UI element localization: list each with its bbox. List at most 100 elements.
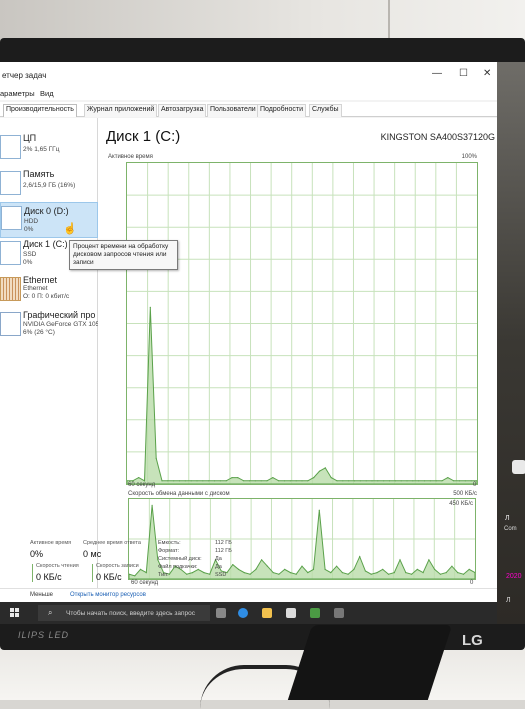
chart-point — [447, 477, 449, 479]
app-title: етчер задач — [2, 71, 47, 80]
mouse-cursor-icon: ☝ — [63, 223, 77, 235]
chart-point — [208, 480, 210, 482]
chart-point — [313, 477, 315, 479]
chart-point — [318, 470, 321, 472]
tab-users[interactable]: Пользователи — [207, 104, 259, 117]
tab-startup[interactable]: Автозагрузка — [158, 104, 207, 117]
sidebar-item-title: Диск 1 (C:) — [23, 239, 68, 249]
sidebar-item-sub: 2,6/15,9 ГБ (16%) — [23, 182, 76, 189]
write-speed-value: 0 КБ/с — [96, 572, 122, 582]
ethernet-thumbnail — [0, 277, 21, 301]
chart-point — [451, 565, 453, 567]
chart-point — [324, 467, 326, 469]
formatted-label: Формат: — [158, 548, 180, 554]
sidebar-item-disk0[interactable]: Диск 0 (D:) HDD 0% — [0, 202, 98, 238]
pagefile-label: Файл подкачки: — [158, 564, 198, 570]
read-speed-label: Скорость чтения — [36, 563, 79, 569]
maximize-button[interactable]: ☐ — [459, 68, 468, 79]
page-title: Диск 1 (C:) — [106, 128, 181, 145]
menu-view[interactable]: Вид — [40, 89, 54, 98]
close-button[interactable]: ✕ — [483, 68, 491, 79]
chart1-label: Активное время — [108, 154, 153, 160]
pagefile-value: Да — [215, 564, 222, 570]
chart-point — [423, 480, 426, 482]
minimize-button[interactable]: — — [432, 68, 442, 79]
chart-point — [190, 480, 192, 482]
write-speed-marker — [92, 564, 93, 582]
sidebar-item-gpu[interactable]: Графический про NVIDIA GeForce GTX 105 6… — [0, 309, 99, 343]
chart-point — [173, 480, 175, 482]
chart-point — [429, 480, 431, 482]
active-time-label: Активное время — [30, 540, 72, 546]
chart-point — [468, 568, 470, 570]
sidebar: ЦП 2% 1,65 ГГц Память 2,6/15,9 ГБ (16%) … — [0, 118, 99, 588]
windows-start-icon[interactable] — [10, 608, 19, 617]
tab-details[interactable]: Подробности — [257, 104, 307, 117]
sidebar-item-title: Диск 0 (D:) — [24, 206, 69, 216]
app-icon[interactable] — [334, 608, 344, 618]
file-explorer-icon[interactable] — [262, 608, 272, 618]
disk0-thumbnail — [1, 206, 22, 230]
chart-point — [416, 568, 418, 570]
chart-point — [422, 572, 424, 574]
chart-point — [330, 477, 332, 479]
sidebar-item-ethernet[interactable]: Ethernet Ethernet О: 0 П: 0 кбит/с — [0, 274, 96, 308]
chart-point — [155, 457, 157, 459]
active-time-chart — [126, 162, 478, 485]
screen: етчер задач — ☐ ✕ араметры Вид Производи… — [0, 62, 508, 624]
chart-point — [237, 477, 239, 479]
system-disk-label: Системный диск: — [158, 556, 202, 562]
chart-point — [219, 480, 221, 482]
chart-point — [400, 480, 402, 482]
chart-point — [278, 480, 280, 482]
sidebar-item-cpu[interactable]: ЦП 2% 1,65 ГГц — [0, 132, 96, 166]
chart-point — [470, 480, 472, 482]
memory-thumbnail — [0, 171, 21, 195]
chart-point — [318, 509, 320, 511]
background-text: Соm — [504, 526, 517, 532]
chart-point — [138, 477, 140, 479]
chart-point — [359, 480, 361, 482]
task-manager-icon[interactable] — [310, 608, 320, 618]
chart-point — [399, 559, 401, 561]
sidebar-item-title: Память — [23, 169, 55, 179]
read-speed-value: 0 КБ/с — [36, 572, 62, 582]
chart-point — [336, 480, 338, 482]
edge-icon[interactable] — [238, 608, 248, 618]
fewer-details-link[interactable]: Меньше — [30, 592, 53, 598]
tab-services[interactable]: Службы — [309, 104, 342, 117]
chart-point — [196, 480, 198, 482]
capacity-label: Емкость: — [158, 540, 181, 546]
resource-monitor-link[interactable]: Открыть монитор ресурсов — [70, 592, 146, 598]
store-icon[interactable] — [286, 608, 296, 618]
chart1-min-label: 0 — [473, 482, 477, 488]
sidebar-item-sub2: 6% (26 °C) — [23, 329, 55, 336]
chart-point — [342, 480, 344, 482]
chart-point — [260, 480, 262, 482]
taskbar-search[interactable]: ⌕ Чтобы начать поиск, введите здесь запр… — [38, 605, 210, 621]
chart-point — [411, 573, 413, 575]
chart-point — [434, 568, 436, 570]
cpu-thumbnail — [0, 135, 21, 159]
sidebar-item-memory[interactable]: Память 2,6/15,9 ГБ (16%) — [0, 168, 96, 202]
chart-point — [178, 480, 181, 482]
chart-point — [458, 480, 461, 482]
chart-point — [365, 480, 367, 482]
chart-point — [441, 480, 443, 482]
task-view-icon[interactable] — [216, 608, 226, 618]
taskbar: ⌕ Чтобы начать поиск, введите здесь запр… — [0, 602, 508, 624]
active-time-svg — [127, 163, 477, 484]
chart-point — [428, 559, 430, 561]
type-value: SSD — [215, 572, 227, 578]
menu-parameters[interactable]: араметры — [0, 89, 35, 98]
chart-point — [464, 480, 466, 482]
chart-point — [348, 480, 350, 482]
chart-series-area — [127, 307, 477, 484]
chart-point — [295, 480, 297, 482]
tab-app-history[interactable]: Журнал приложений — [84, 104, 158, 117]
tab-performance[interactable]: Производительность — [3, 104, 77, 117]
chart-point — [457, 572, 459, 574]
footer: Меньше Открыть монитор ресурсов — [0, 588, 497, 603]
chart-point — [248, 480, 251, 482]
background-text: 2020 — [506, 573, 522, 580]
